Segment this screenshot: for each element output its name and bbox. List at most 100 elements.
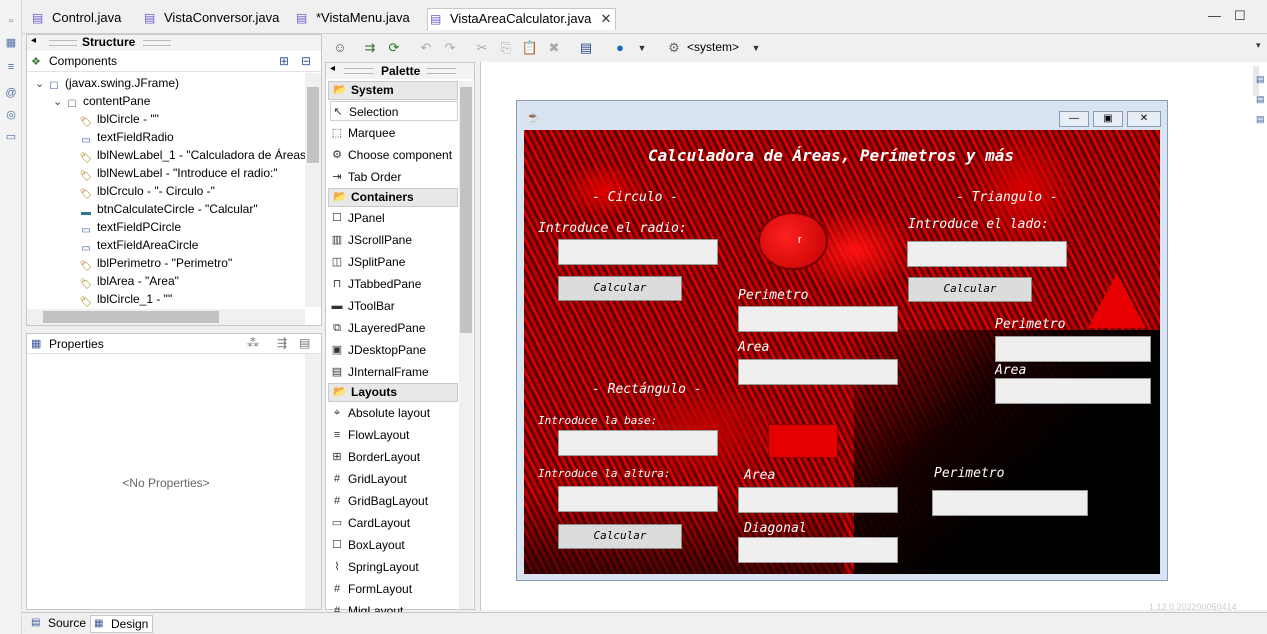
palette-item-choose-component[interactable]: ⚙ Choose component xyxy=(330,145,458,165)
tree-item[interactable]: ▭ textFieldAreaCircle xyxy=(79,237,198,255)
cut-icon[interactable]: ✂ xyxy=(473,39,491,57)
frame-maximize-button[interactable]: ▣ xyxy=(1093,111,1123,127)
calculate-triangle-button[interactable]: Calcular xyxy=(908,277,1032,302)
tree-item[interactable]: ▭ textFieldPCircle xyxy=(79,219,181,237)
palette-item-jtoolbar[interactable]: ▬ JToolBar xyxy=(330,296,458,316)
palette-item-gridlayout[interactable]: # GridLayout xyxy=(330,469,458,489)
view-icon[interactable]: ▤ xyxy=(1256,94,1265,105)
delete-icon[interactable]: ✖ xyxy=(545,39,563,57)
palette-item-borderlayout[interactable]: ⊞ BorderLayout xyxy=(330,447,458,467)
export-icon[interactable]: ⇉ xyxy=(361,39,379,57)
undo-icon[interactable]: ↶ xyxy=(417,39,435,57)
tree-item[interactable]: ▬ btnCalculateCircle - "Calcular" xyxy=(79,201,258,219)
drag-grip[interactable] xyxy=(49,40,77,46)
scroll-thumb[interactable] xyxy=(460,87,472,333)
javadoc-icon[interactable]: @ xyxy=(4,86,18,100)
calculate-rectangle-button[interactable]: Calcular xyxy=(558,524,682,549)
palette-item-jsplitpane[interactable]: ◫ JSplitPane xyxy=(330,252,458,272)
scroll-thumb[interactable] xyxy=(307,87,319,163)
collapse-all-icon[interactable]: ⊟ xyxy=(301,54,311,68)
minimize-icon[interactable]: — xyxy=(1208,8,1221,23)
tree-item[interactable]: 🏷 lblCircle_1 - "" xyxy=(79,291,173,309)
collapse-left-icon[interactable]: ◂ xyxy=(330,63,335,74)
outline-icon[interactable]: ≡ xyxy=(4,60,18,74)
palette-scrollbar[interactable] xyxy=(459,81,473,609)
goto-definition-icon[interactable]: ⇶ xyxy=(277,336,287,350)
palette-item-tab-order[interactable]: ⇥ Tab Order xyxy=(330,167,458,187)
palette-item-formlayout[interactable]: # FormLayout xyxy=(330,579,458,599)
palette-item-absolute-layout[interactable]: ⌖ Absolute layout xyxy=(330,403,458,423)
tree-item[interactable]: 🏷 lblCircle - "" xyxy=(79,111,159,129)
palette-item-jtabbedpane[interactable]: ⊓ JTabbedPane xyxy=(330,274,458,294)
show-events-icon[interactable]: ⁂ xyxy=(247,336,259,350)
paste-icon[interactable]: 📋 xyxy=(521,39,539,57)
rectangle-area-output[interactable] xyxy=(738,487,898,513)
scroll-thumb[interactable] xyxy=(43,311,219,323)
look-and-feel-combo[interactable]: <system> xyxy=(687,40,739,54)
collapse-left-icon[interactable]: ◂ xyxy=(31,35,36,46)
palette-category-containers[interactable]: 📂 Containers xyxy=(328,188,458,207)
test-gui-icon[interactable]: ☺ xyxy=(331,39,349,57)
palette-item-jdesktoppane[interactable]: ▣ JDesktopPane xyxy=(330,340,458,360)
expand-all-icon[interactable]: ⊞ xyxy=(279,54,289,68)
tab-design[interactable]: ▦ Design xyxy=(90,615,154,633)
form-layout-icon[interactable]: ▤ xyxy=(577,39,595,57)
palette-item-jpanel[interactable]: ☐ JPanel xyxy=(330,208,458,228)
tree-item[interactable]: ▭ textFieldRadio xyxy=(79,129,173,147)
circle-area-output[interactable] xyxy=(738,359,898,385)
tree-item[interactable]: 🏷 lblNewLabel_1 - "Calculadora de Áreas xyxy=(79,147,306,165)
tree-vertical-scrollbar[interactable] xyxy=(305,73,321,307)
tree-item[interactable]: 🏷 lblPerimetro - "Perimetro" xyxy=(79,255,233,273)
redo-icon[interactable]: ↷ xyxy=(441,39,459,57)
restore-icon[interactable]: ▫ xyxy=(4,14,18,28)
tree-item[interactable]: 🏷 lblArea - "Area" xyxy=(79,273,179,291)
chevron-down-icon[interactable]: ⌄ xyxy=(53,94,65,110)
palette-item-springlayout[interactable]: ⌇ SpringLayout xyxy=(330,557,458,577)
palette-item-gridbaglayout[interactable]: # GridBagLayout xyxy=(330,491,458,511)
palette-item-jscrollpane[interactable]: ▥ JScrollPane xyxy=(330,230,458,250)
properties-scrollbar[interactable] xyxy=(305,354,321,609)
calculate-circle-button[interactable]: Calcular xyxy=(558,276,682,301)
palette-item-flowlayout[interactable]: ≡ FlowLayout xyxy=(330,425,458,445)
palette-item-boxlayout[interactable]: ☐ BoxLayout xyxy=(330,535,458,555)
palette-category-system[interactable]: 📂 System xyxy=(328,81,458,100)
tree-horizontal-scrollbar[interactable] xyxy=(27,309,305,325)
rectangle-diagonal-output[interactable] xyxy=(738,537,898,563)
tab-vistaconversor-java[interactable]: ▤ VistaConversor.java xyxy=(142,8,279,30)
chevron-down-icon[interactable]: ▼ xyxy=(747,39,765,57)
drag-grip[interactable] xyxy=(344,68,374,74)
palette-category-layouts[interactable]: 📂 Layouts xyxy=(328,383,458,402)
palette-item-cardlayout[interactable]: ▭ CardLayout xyxy=(330,513,458,533)
chevron-down-icon[interactable]: ⌄ xyxy=(35,76,47,92)
circle-perimeter-output[interactable] xyxy=(738,306,898,332)
tree-item[interactable]: ⌄ ☐ contentPane xyxy=(53,93,150,111)
drag-grip[interactable] xyxy=(143,40,171,46)
tab-vistaareacalculator-java[interactable]: ▤ VistaAreaCalculator.java ✕ xyxy=(427,8,617,30)
advanced-properties-icon[interactable]: ▤ xyxy=(299,336,310,350)
tree-item[interactable]: 🏷 lblCrculo - "- Circulo -" xyxy=(79,183,215,201)
chevron-down-icon[interactable]: ▼ xyxy=(633,39,651,57)
console-icon[interactable]: ▭ xyxy=(4,130,18,144)
frame-minimize-button[interactable]: — xyxy=(1059,111,1089,127)
rectangle-perimeter-output[interactable] xyxy=(932,490,1088,516)
view-icon[interactable]: ▤ xyxy=(1256,114,1265,125)
content-pane[interactable]: Calculadora de Áreas, Perímetros y más -… xyxy=(524,130,1160,574)
tree-item[interactable]: 🏷 lblNewLabel - "Introduce el radio:" xyxy=(79,165,278,183)
chevron-down-icon[interactable]: ▾ xyxy=(1256,40,1261,51)
tree-item[interactable]: ⌄ ☐ (javax.swing.JFrame) xyxy=(35,75,179,93)
palette-item-marquee[interactable]: ⬚ Marquee xyxy=(330,123,458,143)
frame-close-button[interactable]: ✕ xyxy=(1127,111,1161,127)
globe-icon[interactable]: ● xyxy=(611,39,629,57)
triangle-area-output[interactable] xyxy=(995,378,1151,404)
maximize-icon[interactable]: ☐ xyxy=(1234,8,1246,24)
refresh-icon[interactable]: ⟳ xyxy=(385,39,403,57)
tab-vistamenu-java[interactable]: ▤ *VistaMenu.java xyxy=(294,8,410,30)
close-tab-icon[interactable]: ✕ xyxy=(601,9,612,29)
base-input[interactable] xyxy=(558,430,718,456)
side-input[interactable] xyxy=(907,241,1067,267)
palette-item-jlayeredpane[interactable]: ⧉ JLayeredPane xyxy=(330,318,458,338)
height-input[interactable] xyxy=(558,486,718,512)
palette-item-jinternalframe[interactable]: ▤ JInternalFrame xyxy=(330,362,458,382)
drag-grip[interactable] xyxy=(426,68,456,74)
radius-input[interactable] xyxy=(558,239,718,265)
